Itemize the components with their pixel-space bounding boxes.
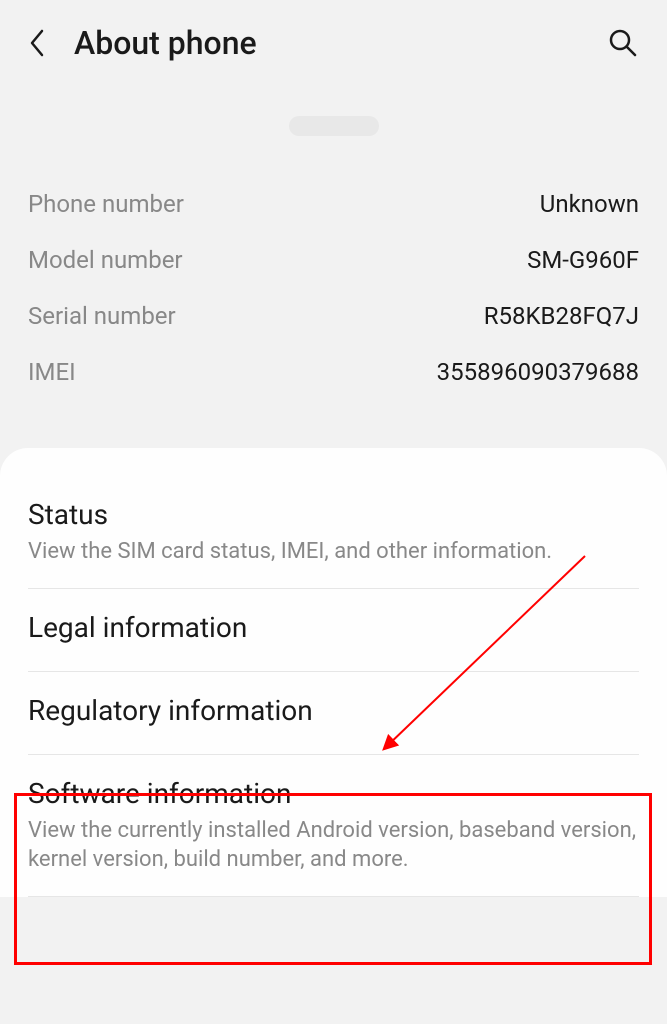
info-row-model-number: Model number SM-G960F — [28, 232, 639, 288]
menu-item-subtitle: View the currently installed Android ver… — [28, 816, 639, 875]
drag-handle — [289, 116, 379, 136]
info-row-imei: IMEI 355896090379688 — [28, 344, 639, 400]
info-value: SM-G960F — [527, 246, 639, 274]
menu-item-title: Software information — [28, 777, 639, 810]
menu-item-software[interactable]: Software information View the currently … — [0, 755, 667, 897]
menu-item-subtitle: View the SIM card status, IMEI, and othe… — [28, 537, 639, 567]
menu-item-regulatory[interactable]: Regulatory information — [0, 672, 667, 755]
menu-card: Status View the SIM card status, IMEI, a… — [0, 448, 667, 897]
info-label: Serial number — [28, 302, 176, 330]
info-row-phone-number: Phone number Unknown — [28, 176, 639, 232]
menu-item-legal[interactable]: Legal information — [0, 589, 667, 672]
menu-item-status[interactable]: Status View the SIM card status, IMEI, a… — [0, 476, 667, 589]
search-icon[interactable] — [607, 27, 639, 59]
info-value: 355896090379688 — [437, 358, 639, 386]
page-title: About phone — [74, 24, 607, 62]
back-icon[interactable] — [28, 28, 46, 58]
menu-item-title: Regulatory information — [28, 694, 639, 727]
info-label: Model number — [28, 246, 183, 274]
info-list: Phone number Unknown Model number SM-G96… — [0, 176, 667, 400]
info-label: IMEI — [28, 358, 76, 386]
header: About phone — [0, 0, 667, 86]
info-value: Unknown — [540, 190, 639, 218]
menu-item-title: Status — [28, 498, 639, 531]
info-value: R58KB28FQ7J — [484, 302, 639, 330]
info-row-serial-number: Serial number R58KB28FQ7J — [28, 288, 639, 344]
menu-item-title: Legal information — [28, 611, 639, 644]
info-label: Phone number — [28, 190, 184, 218]
